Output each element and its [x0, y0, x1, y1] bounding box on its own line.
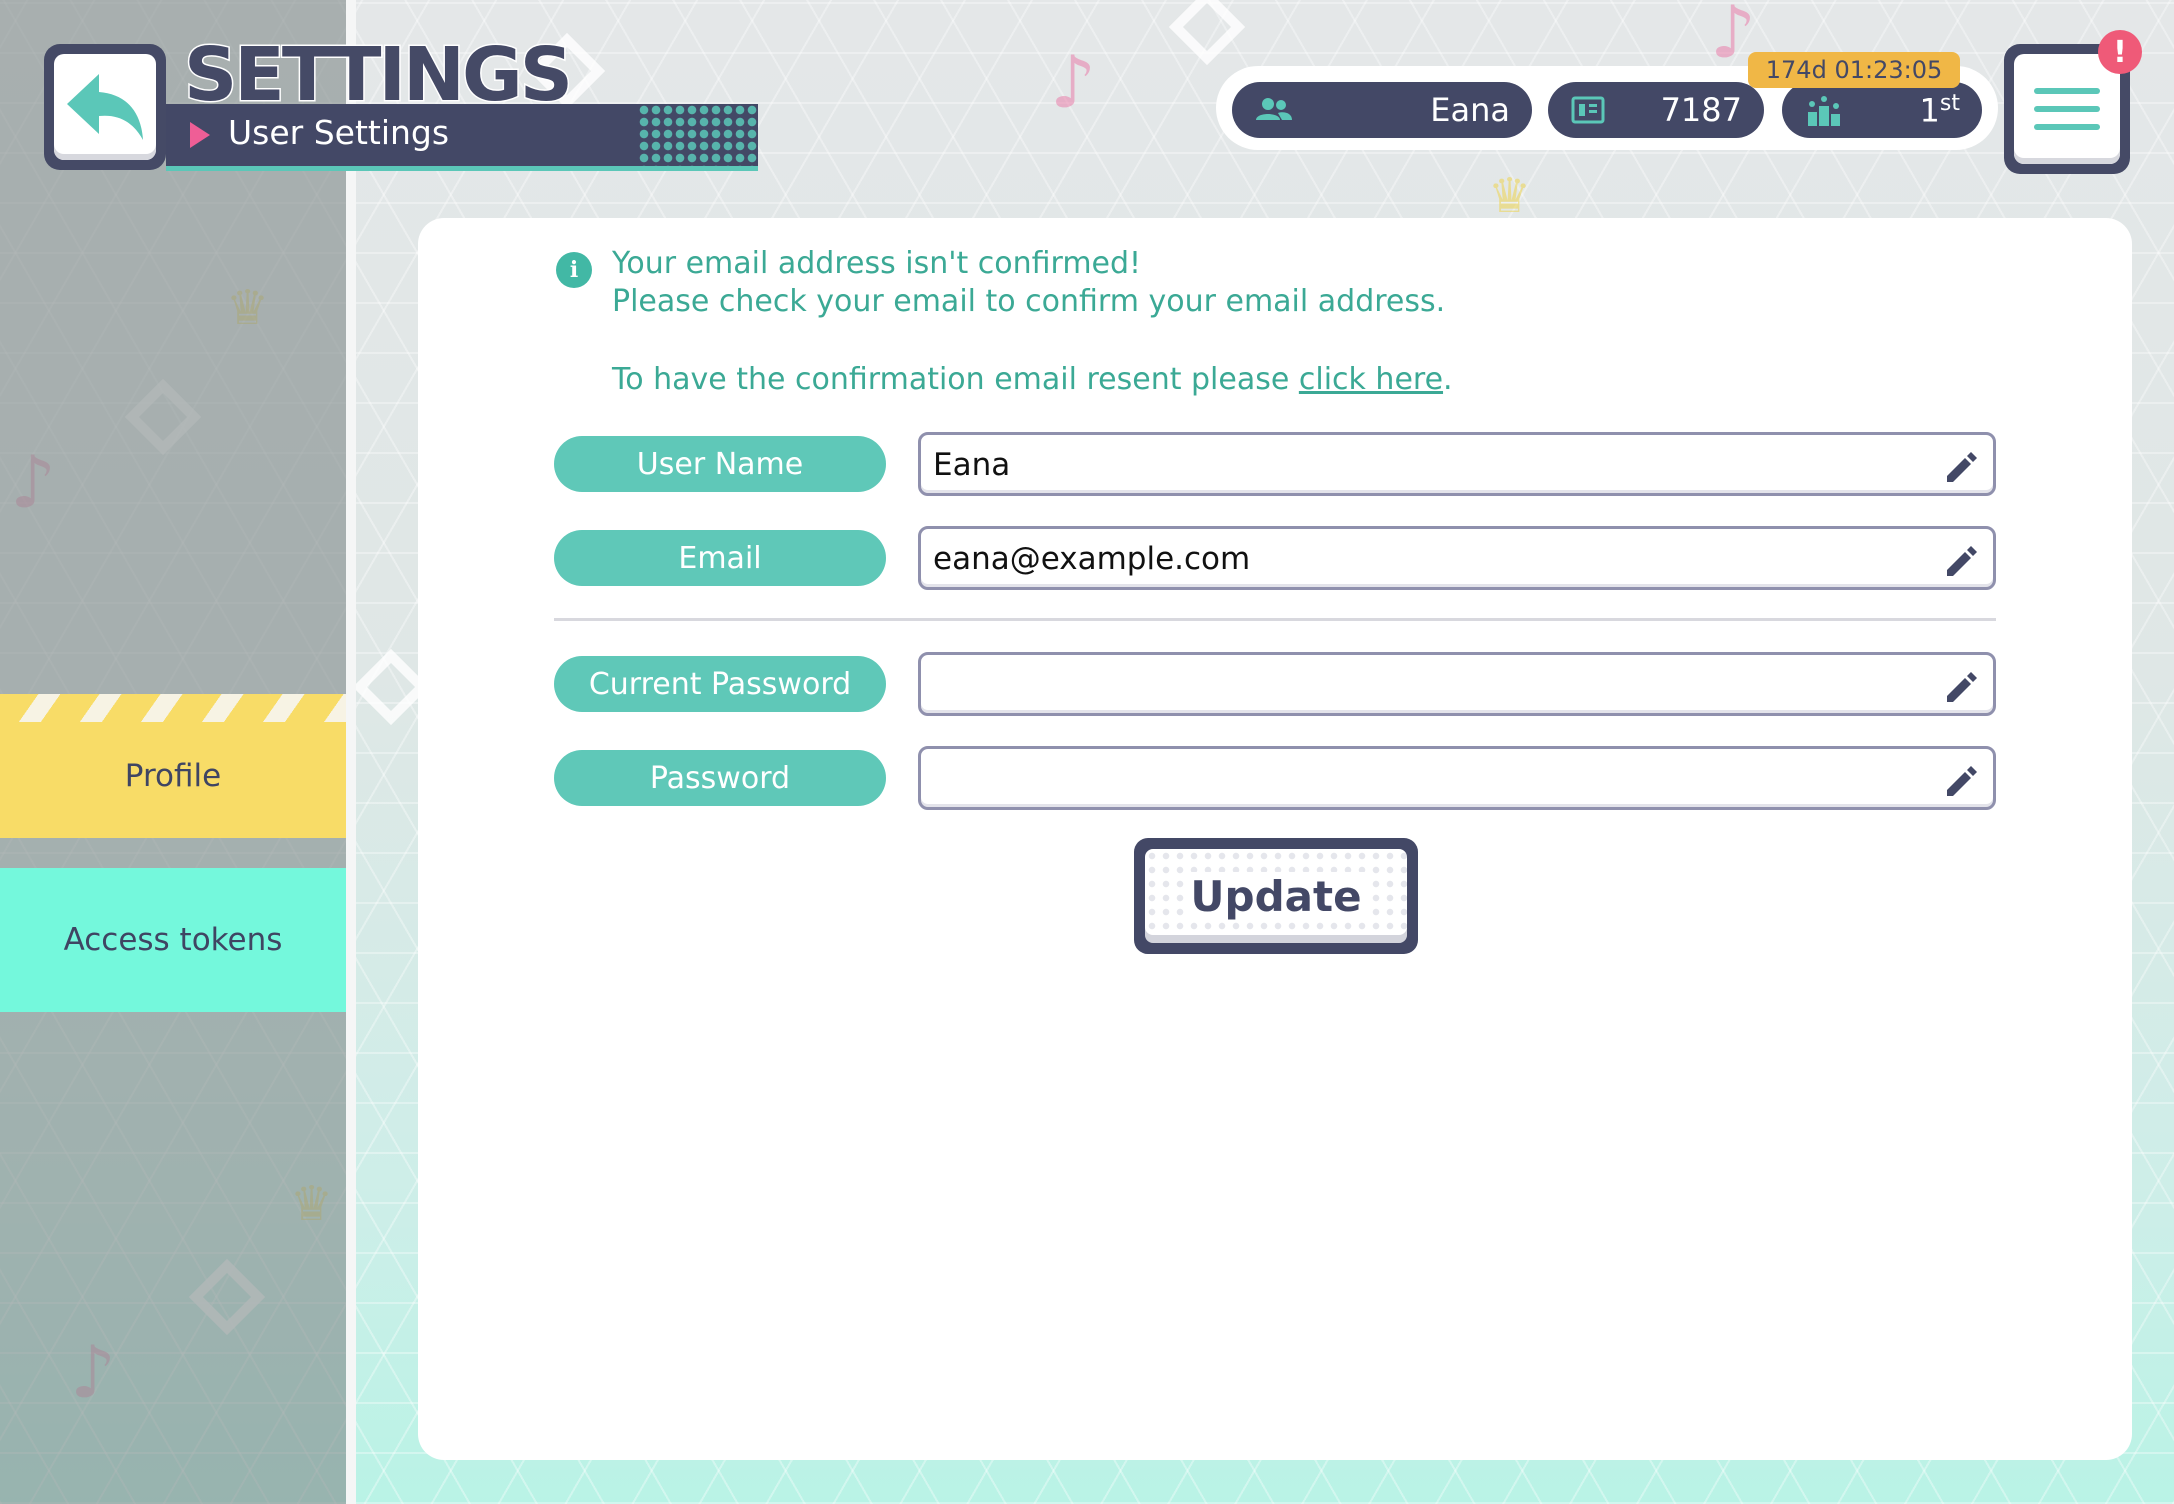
rank-suffix: st [1939, 90, 1960, 116]
email-label: Email [554, 530, 886, 586]
password-label: Password [554, 750, 886, 806]
current-password-input[interactable] [931, 661, 1915, 709]
sidebar-item-profile[interactable]: Profile [0, 694, 346, 838]
username-row: User Name [554, 432, 1996, 496]
email-row: Email [554, 526, 1996, 590]
notice-line-2: Please check your email to confirm your … [612, 284, 1446, 319]
pencil-icon[interactable] [1943, 668, 1979, 704]
users-icon [1256, 98, 1292, 120]
back-arrow-icon [67, 74, 143, 140]
decor-crown-2: ♛ [1488, 168, 1532, 224]
email-field-box [918, 526, 1996, 590]
password-input[interactable] [931, 755, 1915, 803]
points-pill[interactable]: 7187 [1548, 82, 1764, 138]
username-field-box [918, 432, 1996, 496]
hamburger-menu-icon [2014, 54, 2120, 164]
settings-card: i Your email address isn't confirmed! Pl… [418, 218, 2132, 1460]
notice-line-3: To have the confirmation email resent pl… [612, 362, 1453, 397]
rank-value: 1st [1920, 91, 1960, 130]
email-input[interactable] [931, 535, 1915, 583]
current-password-label: Current Password [554, 656, 886, 712]
sidebar-item-access-tokens[interactable]: Access tokens [0, 868, 346, 1012]
update-button-label: Update [1184, 871, 1368, 921]
user-name: Eana [1430, 91, 1510, 129]
resend-confirmation-link[interactable]: click here [1299, 362, 1443, 397]
play-arrow-icon [190, 122, 210, 148]
info-icon: i [556, 252, 592, 288]
password-row: Password [554, 746, 1996, 810]
username-input[interactable] [931, 441, 1915, 489]
rank-number: 1 [1919, 91, 1940, 130]
rank-pill[interactable]: 1st [1782, 82, 1982, 138]
current-password-row: Current Password [554, 652, 1996, 716]
current-password-field-box [918, 652, 1996, 716]
pencil-icon[interactable] [1943, 762, 1979, 798]
points-value: 7187 [1660, 91, 1742, 129]
pencil-icon[interactable] [1943, 448, 1979, 484]
back-button[interactable] [44, 44, 166, 170]
notice-line-1: Your email address isn't confirmed! [612, 246, 1142, 281]
pencil-icon[interactable] [1943, 542, 1979, 578]
section-divider [554, 618, 1996, 621]
sidebar-item-label: Access tokens [63, 922, 283, 958]
subtitle-bar: User Settings [166, 104, 758, 171]
page-subtitle: User Settings [228, 113, 450, 152]
sidebar: Profile Access tokens [0, 0, 346, 1504]
user-pill[interactable]: Eana [1232, 82, 1532, 138]
sidebar-divider [346, 0, 356, 1504]
event-timer-badge: 174d 01:23:05 [1748, 52, 1960, 88]
points-card-icon [1571, 96, 1605, 124]
halftone-decoration [638, 104, 758, 166]
password-field-box [918, 746, 1996, 810]
notice-resend-prefix: To have the confirmation email resent pl… [612, 362, 1299, 397]
sidebar-item-label: Profile [124, 758, 222, 794]
notice-resend-suffix: . [1443, 362, 1453, 397]
decor-music-note-1: ♪ [1050, 40, 1096, 124]
username-label: User Name [554, 436, 886, 492]
ranking-icon [1808, 96, 1840, 126]
alert-badge: ! [2098, 30, 2142, 74]
update-button[interactable]: Update [1134, 838, 1418, 954]
